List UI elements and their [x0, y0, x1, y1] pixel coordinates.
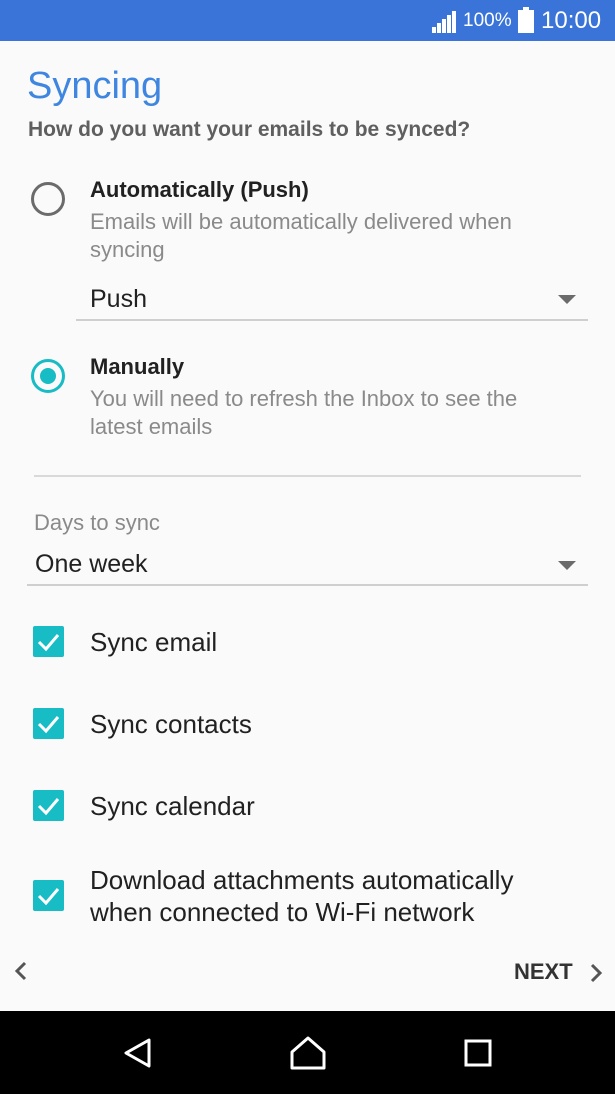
push-dropdown[interactable]: Push	[76, 277, 588, 321]
dropdown-arrow-icon	[558, 561, 576, 570]
next-button[interactable]: NEXT	[512, 956, 607, 988]
download-attachments-label[interactable]: Download attachments automatically when …	[90, 864, 570, 928]
checkmark-icon	[37, 716, 60, 734]
home-icon[interactable]	[288, 1033, 328, 1073]
back-button[interactable]	[10, 958, 34, 984]
navigation-bar	[0, 1011, 615, 1094]
days-to-sync-label: Days to sync	[34, 510, 160, 535]
clock: 10:00	[541, 7, 602, 34]
days-to-sync-dropdown[interactable]: One week	[27, 541, 588, 586]
option-manually-title[interactable]: Manually	[90, 354, 184, 380]
checkmark-icon	[37, 798, 60, 816]
push-dropdown-value: Push	[90, 285, 147, 313]
checkmark-icon	[37, 634, 60, 652]
status-bar: 100% 10:00	[0, 0, 615, 41]
sync-contacts-label[interactable]: Sync contacts	[90, 708, 252, 740]
signal-icon	[432, 11, 456, 33]
radio-automatic-push[interactable]	[31, 182, 65, 216]
sync-settings-screen: Syncing How do you want your emails to b…	[0, 41, 615, 1011]
sync-contacts-checkbox[interactable]	[33, 708, 64, 739]
download-attachments-checkbox[interactable]	[33, 880, 64, 911]
next-button-label: NEXT	[514, 959, 573, 984]
radio-manually[interactable]	[31, 359, 65, 393]
battery-percent: 100%	[463, 10, 512, 31]
sync-email-checkbox[interactable]	[33, 626, 64, 657]
sync-email-label[interactable]: Sync email	[90, 626, 217, 658]
checkmark-icon	[37, 888, 60, 906]
dropdown-arrow-icon	[558, 295, 576, 304]
back-triangle-icon[interactable]	[118, 1033, 158, 1073]
option-automatic-description: Emails will be automatically delivered w…	[90, 209, 512, 262]
sync-calendar-label[interactable]: Sync calendar	[90, 790, 255, 822]
days-to-sync-value: One week	[35, 550, 148, 578]
sync-calendar-checkbox[interactable]	[33, 790, 64, 821]
page-subtitle: How do you want your emails to be synced…	[28, 118, 471, 141]
divider	[34, 475, 581, 477]
battery-icon	[518, 7, 534, 33]
chevron-right-icon	[590, 963, 603, 983]
option-manually-description: You will need to refresh the Inbox to se…	[90, 386, 518, 439]
page-title: Syncing	[27, 65, 163, 107]
recents-icon[interactable]	[458, 1033, 498, 1073]
chevron-left-icon	[14, 961, 27, 981]
option-automatic-title[interactable]: Automatically (Push)	[90, 177, 309, 203]
